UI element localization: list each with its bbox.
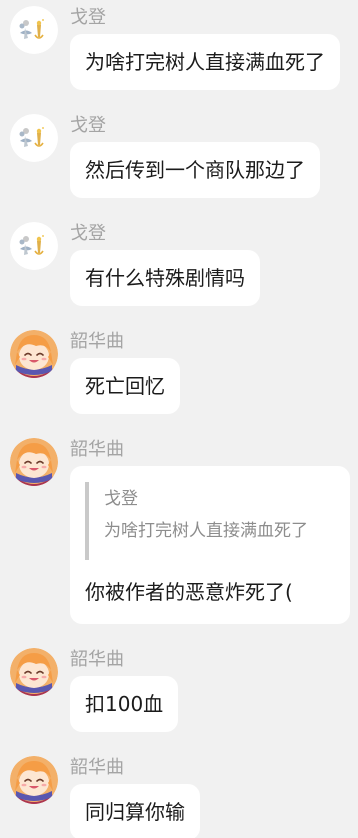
sender-name: 戈登 <box>70 223 106 244</box>
quoted-text: 为啥打完树人直接满血死了 <box>104 521 308 541</box>
chat-history[interactable]: 戈登 为啥打完树人直接满血死了 戈登 然后传到一个商队那边了 戈登 有什么特殊剧… <box>0 0 358 838</box>
sender-name: 戈登 <box>70 115 106 136</box>
message-bubble[interactable]: 死亡回忆 <box>70 358 180 414</box>
quoted-sender-name: 戈登 <box>104 489 138 509</box>
shao-hua-qu-avatar[interactable] <box>10 756 58 804</box>
shao-hua-qu-avatar[interactable] <box>10 438 58 486</box>
message-bubble[interactable]: 同归算你输 <box>70 784 200 838</box>
shao-hua-qu-avatar[interactable] <box>10 330 58 378</box>
sender-name: 韶华曲 <box>70 649 124 670</box>
message-bubble[interactable]: 有什么特殊剧情吗 <box>70 250 260 306</box>
message-bubble[interactable]: 然后传到一个商队那边了 <box>70 142 320 198</box>
sender-name: 韶华曲 <box>70 439 124 460</box>
sender-name: 戈登 <box>70 7 106 28</box>
shao-hua-qu-avatar[interactable] <box>10 648 58 696</box>
sender-name: 韶华曲 <box>70 331 124 352</box>
ge-deng-avatar[interactable] <box>10 6 58 54</box>
ge-deng-avatar[interactable] <box>10 114 58 162</box>
message-bubble[interactable]: 戈登 为啥打完树人直接满血死了 你被作者的恶意炸死了( <box>70 466 350 624</box>
sender-name: 韶华曲 <box>70 757 124 778</box>
message-bubble[interactable]: 为啥打完树人直接满血死了 <box>70 34 340 90</box>
ge-deng-avatar[interactable] <box>10 222 58 270</box>
reply-text: 你被作者的恶意炸死了( <box>85 580 293 604</box>
message-bubble[interactable]: 扣100血 <box>70 676 179 732</box>
quoted-message[interactable]: 戈登 为啥打完树人直接满血死了 <box>85 482 335 560</box>
